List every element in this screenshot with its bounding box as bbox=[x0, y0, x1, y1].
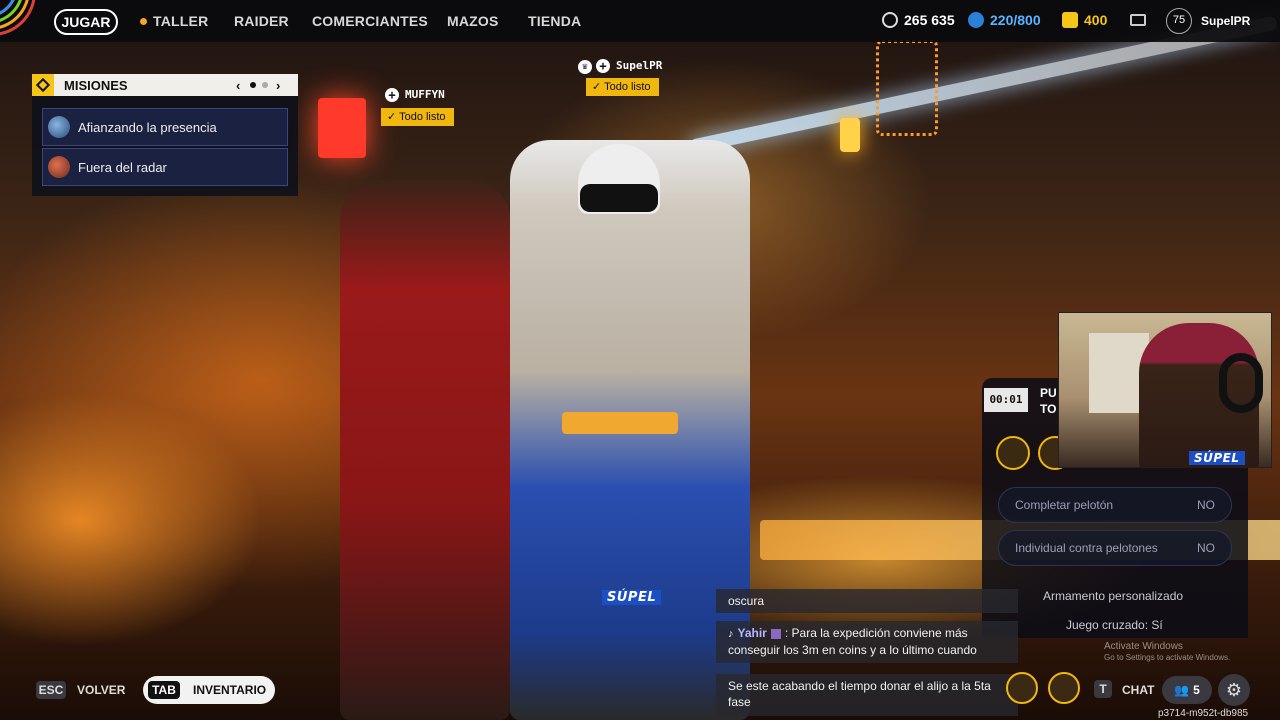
fill-squad-toggle[interactable]: Completar pelotón NO bbox=[998, 487, 1232, 523]
red-lamp bbox=[318, 98, 366, 158]
raider-face-icon bbox=[48, 156, 70, 178]
chat-control[interactable]: T bbox=[1094, 680, 1112, 698]
chat-message: Se este acabando el tiempo donar el alij… bbox=[716, 674, 1018, 716]
crossplay-status[interactable]: Juego cruzado: Sí bbox=[1066, 618, 1163, 632]
missions-diamond-icon bbox=[32, 74, 54, 96]
esc-key: ESC bbox=[36, 681, 66, 699]
ready-status-badge: ✓ Todo listo bbox=[586, 78, 659, 96]
solo-vs-squads-toggle[interactable]: Individual contra pelotones NO bbox=[998, 530, 1232, 566]
top-navigation-bar: JUGAR TALLER RAIDER COMERCIANTES MAZOS T… bbox=[0, 0, 1280, 42]
cred-value: 400 bbox=[1084, 12, 1108, 28]
raider-tokens-value: 220/800 bbox=[990, 12, 1041, 28]
chat-emote-icon bbox=[770, 628, 781, 639]
chat-message-text: oscura bbox=[728, 594, 765, 608]
solo-vs-squads-value: NO bbox=[1197, 541, 1215, 555]
raider-token-icon bbox=[968, 12, 984, 28]
stream-logo-center: SÚPEL bbox=[602, 590, 662, 605]
coins-counter: 265 635 bbox=[882, 12, 955, 28]
squad-badge-icon bbox=[996, 436, 1030, 470]
missions-header: MISIONES ‹ › bbox=[32, 74, 298, 96]
party-member-name-text: SupelPR bbox=[616, 59, 663, 72]
cred-counter: 400 bbox=[1062, 12, 1107, 28]
windows-activation-subtitle: Go to Settings to activate Windows. bbox=[1104, 653, 1231, 662]
party-member-name: + MUFFYN bbox=[385, 88, 445, 102]
yellow-lamp bbox=[840, 118, 860, 152]
mission-label: Afianzando la presencia bbox=[78, 119, 217, 135]
nav-raider-tab[interactable]: RAIDER bbox=[234, 13, 289, 29]
lobby-id: p3714-m952t-db985 bbox=[1158, 708, 1249, 719]
coins-value: 265 635 bbox=[904, 12, 955, 28]
fill-squad-label: Completar pelotón bbox=[1015, 498, 1114, 512]
fill-squad-value: NO bbox=[1197, 498, 1215, 512]
rainbow-logo bbox=[0, 0, 44, 44]
mission-item[interactable]: Afianzando la presencia bbox=[42, 108, 288, 146]
back-label[interactable]: VOLVER bbox=[77, 683, 125, 697]
t-key: T bbox=[1094, 680, 1112, 698]
nav-store-tab[interactable]: TIENDA bbox=[528, 13, 581, 29]
chat-label[interactable]: CHAT bbox=[1122, 683, 1154, 697]
tab-key: TAB bbox=[148, 681, 180, 699]
raider-tokens-counter: 220/800 bbox=[968, 12, 1041, 28]
missions-page-dot[interactable] bbox=[262, 82, 268, 88]
mission-label: Fuera del radar bbox=[78, 159, 167, 175]
stream-logo-webcam: SÚPEL bbox=[1189, 451, 1245, 465]
panel-header-partial: TO bbox=[1040, 402, 1057, 416]
nav-workshop-tab[interactable]: TALLER bbox=[140, 13, 208, 29]
chat-message: ♪ Yahir: Para la expedición conviene más … bbox=[716, 621, 1018, 663]
friends-count: 5 bbox=[1193, 683, 1200, 697]
ready-status-text: Todo listo bbox=[604, 81, 651, 93]
crown-icon: ♛ bbox=[578, 60, 592, 74]
chat-message-text: Se este acabando el tiempo donar el alij… bbox=[728, 679, 991, 709]
mission-item[interactable]: Fuera del radar bbox=[42, 148, 288, 186]
add-friend-icon[interactable]: + bbox=[596, 59, 610, 73]
match-timer: 00:01 bbox=[984, 388, 1028, 412]
check-icon: ✓ bbox=[387, 111, 400, 123]
windows-activation-title: Activate Windows bbox=[1104, 641, 1183, 652]
friends-icon: 👥 bbox=[1174, 683, 1190, 697]
notification-dot-icon bbox=[140, 17, 147, 25]
panel-header-partial: PU bbox=[1040, 386, 1057, 400]
party-member-name-text: MUFFYN bbox=[405, 88, 445, 101]
nav-decks-tab[interactable]: MAZOS bbox=[447, 13, 499, 29]
inventory-button[interactable]: TAB INVENTARIO bbox=[143, 676, 275, 704]
squad-ready-icon bbox=[1006, 672, 1038, 704]
inventory-label: INVENTARIO bbox=[193, 683, 267, 697]
globe-icon bbox=[48, 116, 70, 138]
ready-status-text: Todo listo bbox=[399, 111, 446, 123]
nav-workshop-label: TALLER bbox=[153, 13, 209, 29]
goggles bbox=[580, 184, 658, 212]
headphones-icon bbox=[1219, 353, 1263, 413]
tiktok-icon: ♪ bbox=[728, 628, 734, 640]
chat-username: Yahir bbox=[737, 626, 767, 640]
cred-icon bbox=[1062, 12, 1078, 28]
custom-loadout-option[interactable]: Armamento personalizado bbox=[1043, 589, 1183, 603]
chat-message: oscura bbox=[716, 589, 1018, 613]
streamer-webcam: SÚPEL bbox=[1058, 312, 1272, 468]
character-red-suit bbox=[340, 180, 510, 720]
solo-vs-squads-label: Individual contra pelotones bbox=[1015, 541, 1158, 555]
arrow-sign bbox=[876, 40, 938, 136]
player-level-badge[interactable]: 75 bbox=[1166, 8, 1192, 34]
coin-icon bbox=[882, 12, 898, 28]
add-friend-icon[interactable]: + bbox=[385, 88, 399, 102]
squad-ready-icon bbox=[1048, 672, 1080, 704]
missions-next-icon[interactable]: › bbox=[276, 78, 280, 93]
gear-icon: ⚙ bbox=[1225, 679, 1243, 700]
settings-button[interactable]: ⚙ bbox=[1218, 674, 1250, 706]
check-icon: ✓ bbox=[592, 81, 605, 93]
missions-panel: MISIONES ‹ › Afianzando la presencia Fue… bbox=[32, 74, 298, 196]
back-control[interactable]: ESC bbox=[36, 681, 66, 699]
nav-traders-tab[interactable]: COMERCIANTES bbox=[312, 13, 428, 29]
missions-prev-icon[interactable]: ‹ bbox=[236, 78, 240, 93]
player-name[interactable]: SupelPR bbox=[1201, 14, 1250, 28]
friends-button[interactable]: 👥 5 bbox=[1162, 676, 1212, 704]
party-member-name: ♛ + SupelPR bbox=[578, 59, 662, 74]
ready-status-badge: ✓ Todo listo bbox=[381, 108, 454, 126]
nav-play-button[interactable]: JUGAR bbox=[54, 9, 118, 35]
mail-icon[interactable] bbox=[1130, 14, 1146, 26]
missions-page-dot-active[interactable] bbox=[250, 82, 256, 88]
belt bbox=[562, 412, 678, 434]
missions-title: MISIONES bbox=[64, 77, 128, 93]
